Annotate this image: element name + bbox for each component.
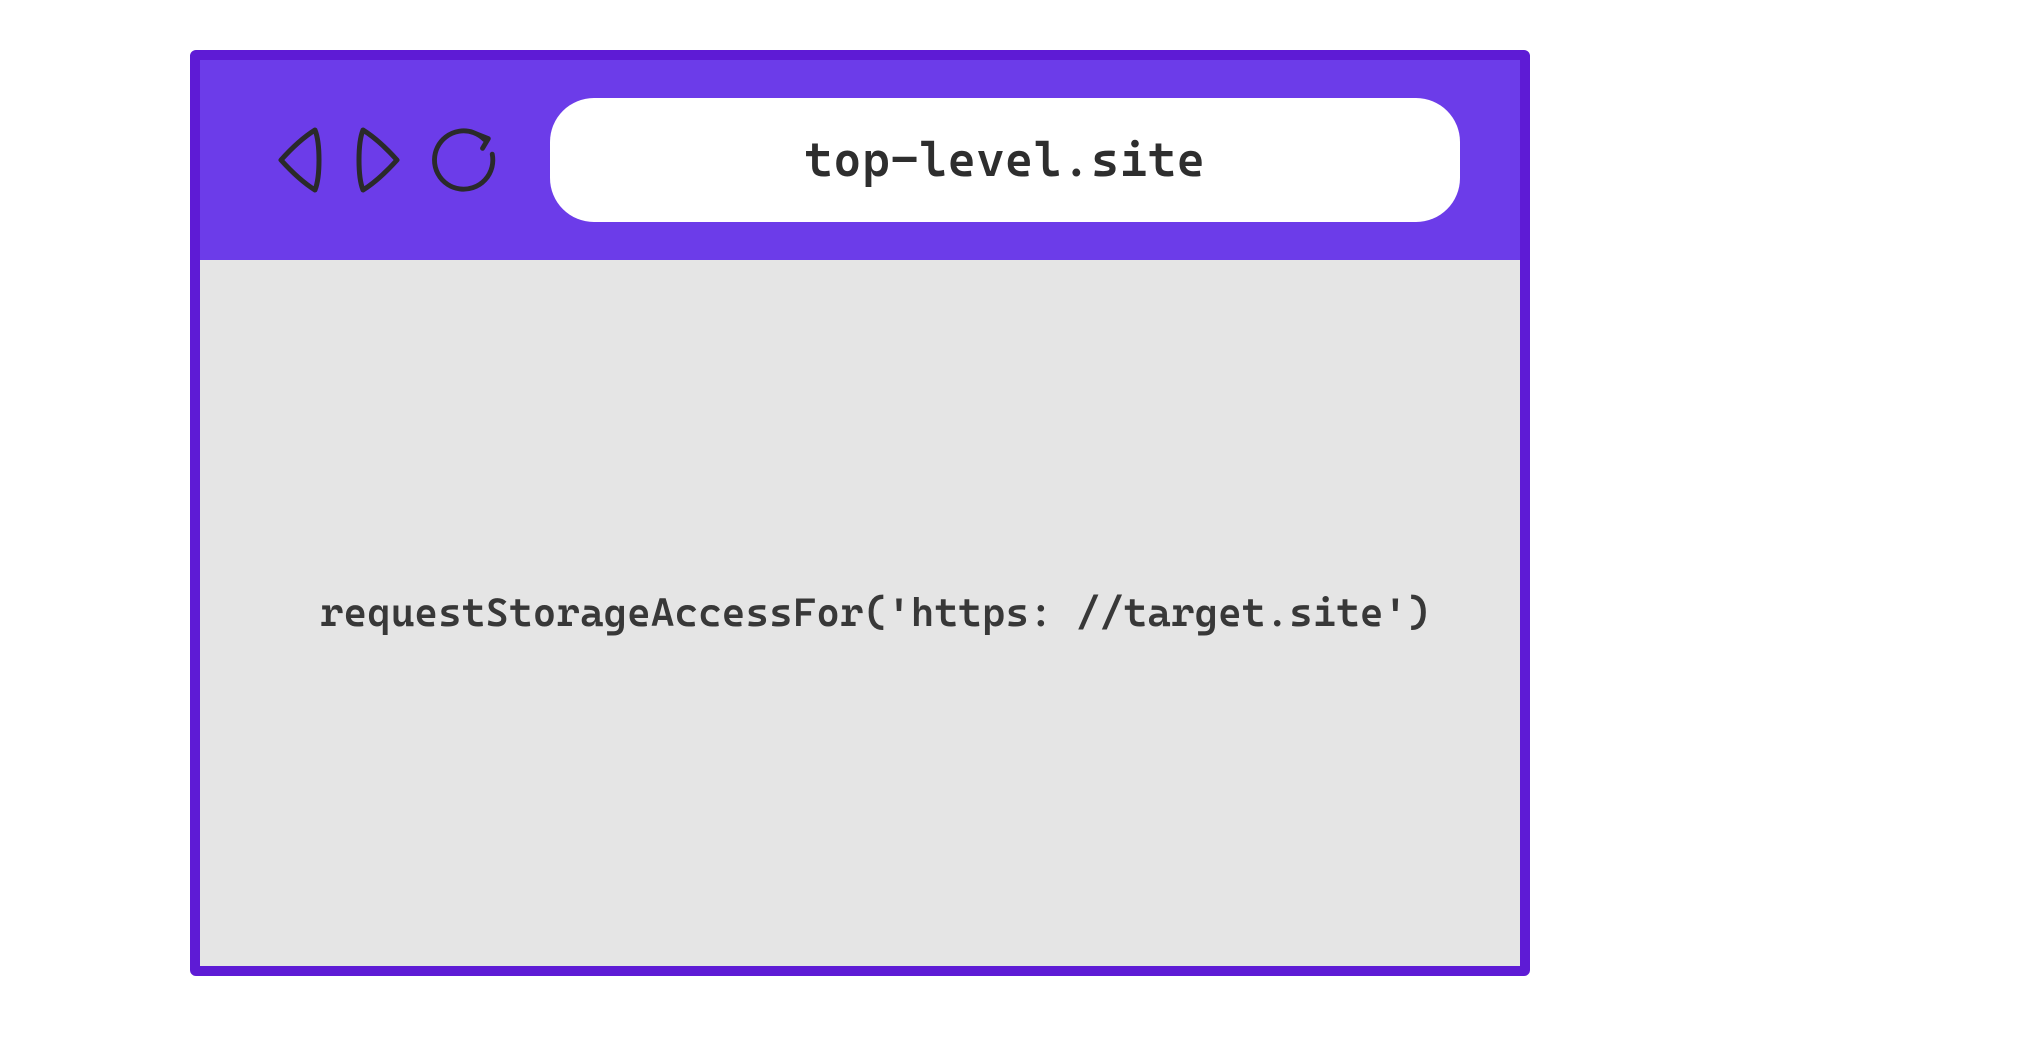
browser-window: top-level.site requestStorageAccessFor('… <box>190 50 1530 976</box>
address-text: top-level.site <box>805 132 1206 188</box>
code-snippet: requestStorageAccessFor('https: //target… <box>320 590 1431 636</box>
refresh-button[interactable] <box>430 125 500 195</box>
refresh-icon <box>430 124 500 196</box>
back-icon <box>273 124 325 196</box>
back-button[interactable] <box>270 122 328 198</box>
browser-toolbar: top-level.site <box>200 60 1520 260</box>
browser-content: requestStorageAccessFor('https: //target… <box>200 260 1520 966</box>
nav-icons <box>270 122 500 198</box>
address-bar[interactable]: top-level.site <box>550 98 1460 222</box>
forward-button[interactable] <box>350 122 408 198</box>
forward-icon <box>353 124 405 196</box>
